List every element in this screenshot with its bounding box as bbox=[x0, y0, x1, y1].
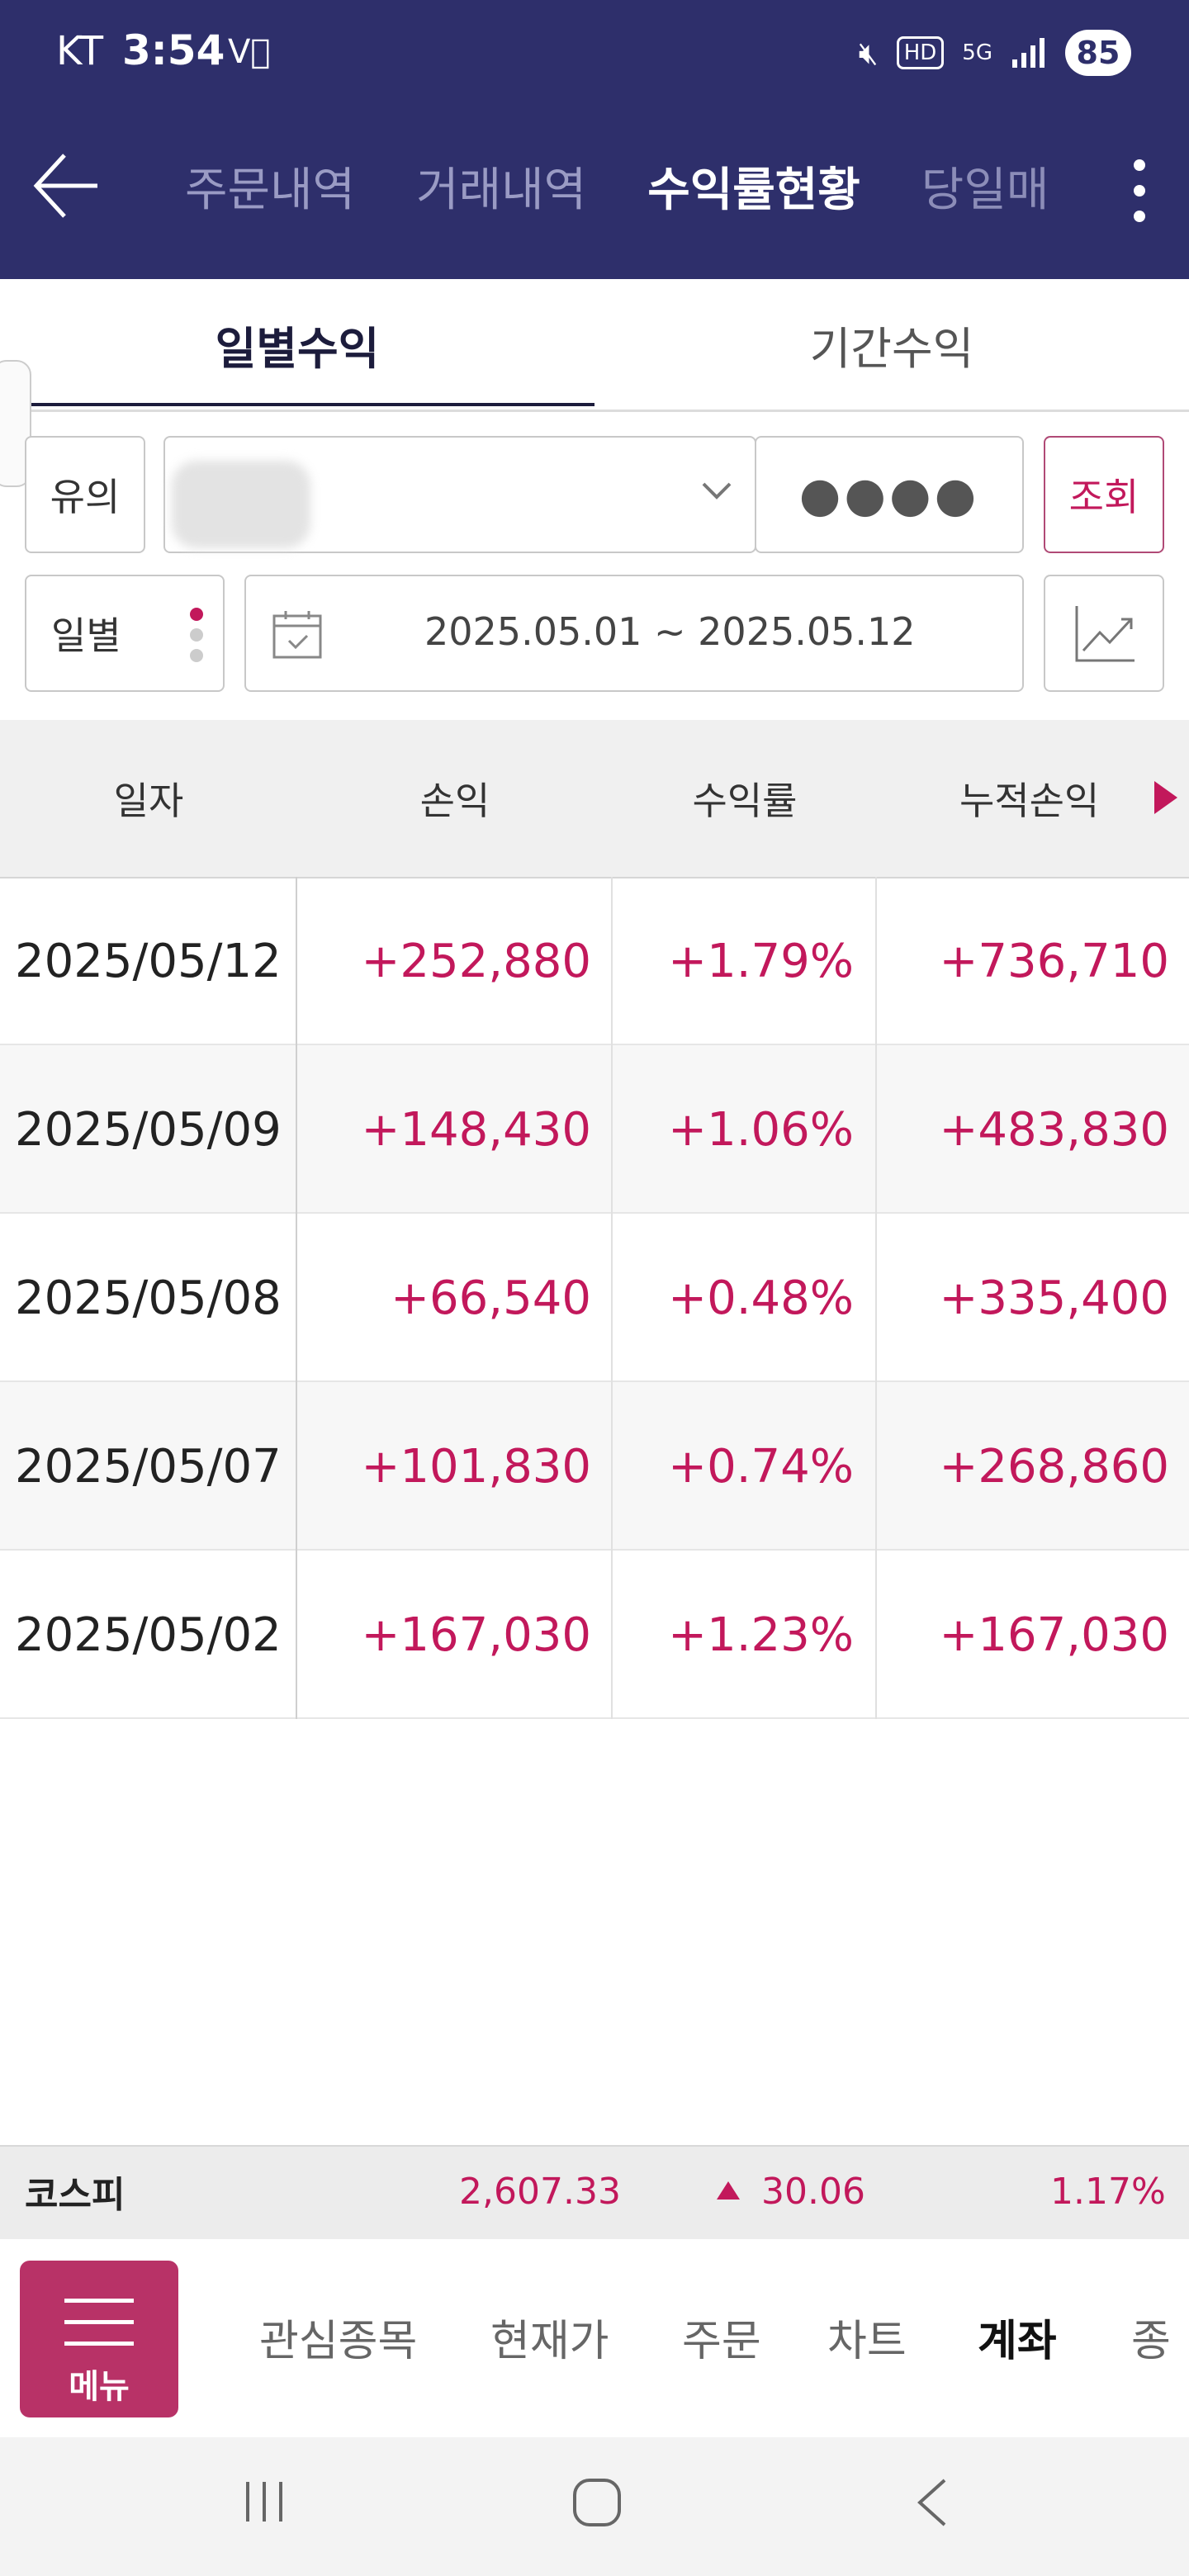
row-rate: +1.23% bbox=[668, 1608, 854, 1662]
date-range-text: 2025.05.01 ~ 2025.05.12 bbox=[424, 609, 916, 654]
line-chart-icon bbox=[1075, 606, 1135, 662]
back-arrow-icon bbox=[33, 154, 97, 218]
clock: 3:54 bbox=[122, 26, 225, 74]
tab-same-day[interactable]: 당일매 bbox=[921, 153, 1049, 220]
period-type-select[interactable]: 일별 bbox=[25, 575, 225, 692]
system-back-icon[interactable] bbox=[913, 2477, 950, 2528]
hd-icon: HD bbox=[896, 36, 945, 69]
kebab-menu-icon bbox=[1134, 159, 1145, 222]
account-type-button[interactable]: 유의 bbox=[25, 436, 145, 553]
row-cumulative: +167,030 bbox=[939, 1608, 1170, 1662]
row-date: 2025/05/09 bbox=[15, 1102, 282, 1157]
chart-view-button[interactable] bbox=[1044, 575, 1164, 692]
5g-icon: 5G bbox=[962, 40, 992, 65]
menu-button[interactable]: 메뉴 bbox=[20, 2261, 178, 2417]
table-row[interactable]: 2025/05/07 +101,830 +0.74% +268,860 bbox=[0, 1382, 1189, 1551]
tab-return-status[interactable]: 수익률현황 bbox=[647, 153, 860, 220]
table-row[interactable]: 2025/05/09 +148,430 +1.06% +483,830 bbox=[0, 1045, 1189, 1214]
tab-order-history[interactable]: 주문내역 bbox=[185, 153, 355, 220]
column-divider bbox=[611, 877, 613, 1719]
nav-account[interactable]: 계좌 bbox=[978, 2295, 1057, 2378]
row-date: 2025/05/08 bbox=[15, 1271, 282, 1325]
active-tab-indicator bbox=[30, 403, 594, 406]
row-date: 2025/05/12 bbox=[15, 934, 282, 988]
nav-order[interactable]: 주문 bbox=[682, 2295, 761, 2378]
ticker-value: 2,607.33 bbox=[459, 2170, 621, 2213]
mute-icon: 🔇︎ bbox=[858, 34, 879, 71]
back-button[interactable] bbox=[30, 149, 104, 223]
row-pnl: +66,540 bbox=[391, 1271, 591, 1325]
scroll-right-icon[interactable] bbox=[1153, 779, 1179, 816]
ticker-change: 30.06 bbox=[761, 2170, 865, 2213]
password-field[interactable]: ●●●● bbox=[755, 436, 1024, 553]
row-rate: +1.79% bbox=[668, 934, 854, 988]
row-rate: +0.74% bbox=[668, 1439, 854, 1494]
calendar-icon bbox=[272, 611, 322, 659]
date-range-field[interactable]: 2025.05.01 ~ 2025.05.12 bbox=[244, 575, 1024, 692]
row-pnl: +148,430 bbox=[361, 1102, 592, 1157]
row-cumulative: +736,710 bbox=[939, 934, 1170, 988]
header-tabs-fade bbox=[1049, 140, 1098, 231]
nav-more-partial[interactable]: 종 bbox=[1131, 2295, 1171, 2378]
row-pnl: +101,830 bbox=[361, 1439, 592, 1494]
sub-tabs: 일별수익 기간수익 bbox=[0, 279, 1189, 412]
row-rate: +0.48% bbox=[668, 1271, 854, 1325]
column-header-cumulative: 누적손익 bbox=[959, 779, 1100, 823]
header-tabs: 주문내역 거래내역 수익률현황 당일매 bbox=[185, 149, 1049, 223]
nav-chart[interactable]: 차트 bbox=[827, 2295, 907, 2378]
recent-apps-icon[interactable] bbox=[239, 2477, 289, 2526]
status-bar: KT 3:54 V⃝ 🔇︎ HD 5G 85 bbox=[0, 0, 1189, 116]
up-triangle-icon bbox=[717, 2181, 740, 2200]
tab-trade-history[interactable]: 거래내역 bbox=[416, 153, 586, 220]
system-navigation-bar bbox=[0, 2437, 1189, 2576]
more-options-button[interactable] bbox=[1123, 154, 1156, 228]
column-divider bbox=[875, 877, 877, 1719]
table-row[interactable]: 2025/05/08 +66,540 +0.48% +335,400 bbox=[0, 1214, 1189, 1382]
period-type-label: 일별 bbox=[51, 613, 121, 658]
battery-indicator: 85 bbox=[1065, 30, 1131, 76]
column-header-rate: 수익률 bbox=[692, 779, 798, 823]
carrier-label: KT bbox=[56, 28, 104, 74]
table-row[interactable]: 2025/05/02 +167,030 +1.23% +167,030 bbox=[0, 1551, 1189, 1719]
menu-label: 메뉴 bbox=[69, 2368, 130, 2406]
row-cumulative: +483,830 bbox=[939, 1102, 1170, 1157]
status-icons: 🔇︎ HD 5G 85 bbox=[859, 30, 1131, 76]
row-pnl: +252,880 bbox=[361, 934, 592, 988]
column-divider bbox=[296, 877, 297, 1719]
volte-icon: V⃝ bbox=[228, 33, 271, 71]
ticker-name: 코스피 bbox=[25, 2174, 126, 2216]
signal-icon bbox=[1012, 38, 1045, 68]
nav-current-price[interactable]: 현재가 bbox=[490, 2295, 609, 2378]
column-header-date: 일자 bbox=[113, 779, 184, 823]
nav-watchlist[interactable]: 관심종목 bbox=[259, 2295, 417, 2378]
row-date: 2025/05/02 bbox=[15, 1608, 282, 1662]
row-rate: +1.06% bbox=[668, 1102, 854, 1157]
hamburger-icon bbox=[64, 2299, 134, 2346]
row-cumulative: +335,400 bbox=[939, 1271, 1170, 1325]
tab-period-profit[interactable]: 기간수익 bbox=[594, 279, 1189, 410]
chevron-down-icon bbox=[702, 482, 732, 500]
row-cumulative: +268,860 bbox=[939, 1439, 1170, 1494]
row-pnl: +167,030 bbox=[361, 1608, 592, 1662]
ticker-change-rate: 1.17% bbox=[1050, 2170, 1166, 2213]
stepper-dots-icon bbox=[190, 608, 203, 662]
query-button[interactable]: 조회 bbox=[1044, 436, 1164, 553]
table-row[interactable]: 2025/05/12 +252,880 +1.79% +736,710 bbox=[0, 877, 1189, 1045]
account-number-masked bbox=[172, 461, 310, 548]
column-header-pnl: 손익 bbox=[419, 779, 490, 823]
home-icon[interactable] bbox=[571, 2477, 623, 2528]
tab-daily-profit[interactable]: 일별수익 bbox=[0, 279, 594, 410]
row-date: 2025/05/07 bbox=[15, 1439, 282, 1494]
